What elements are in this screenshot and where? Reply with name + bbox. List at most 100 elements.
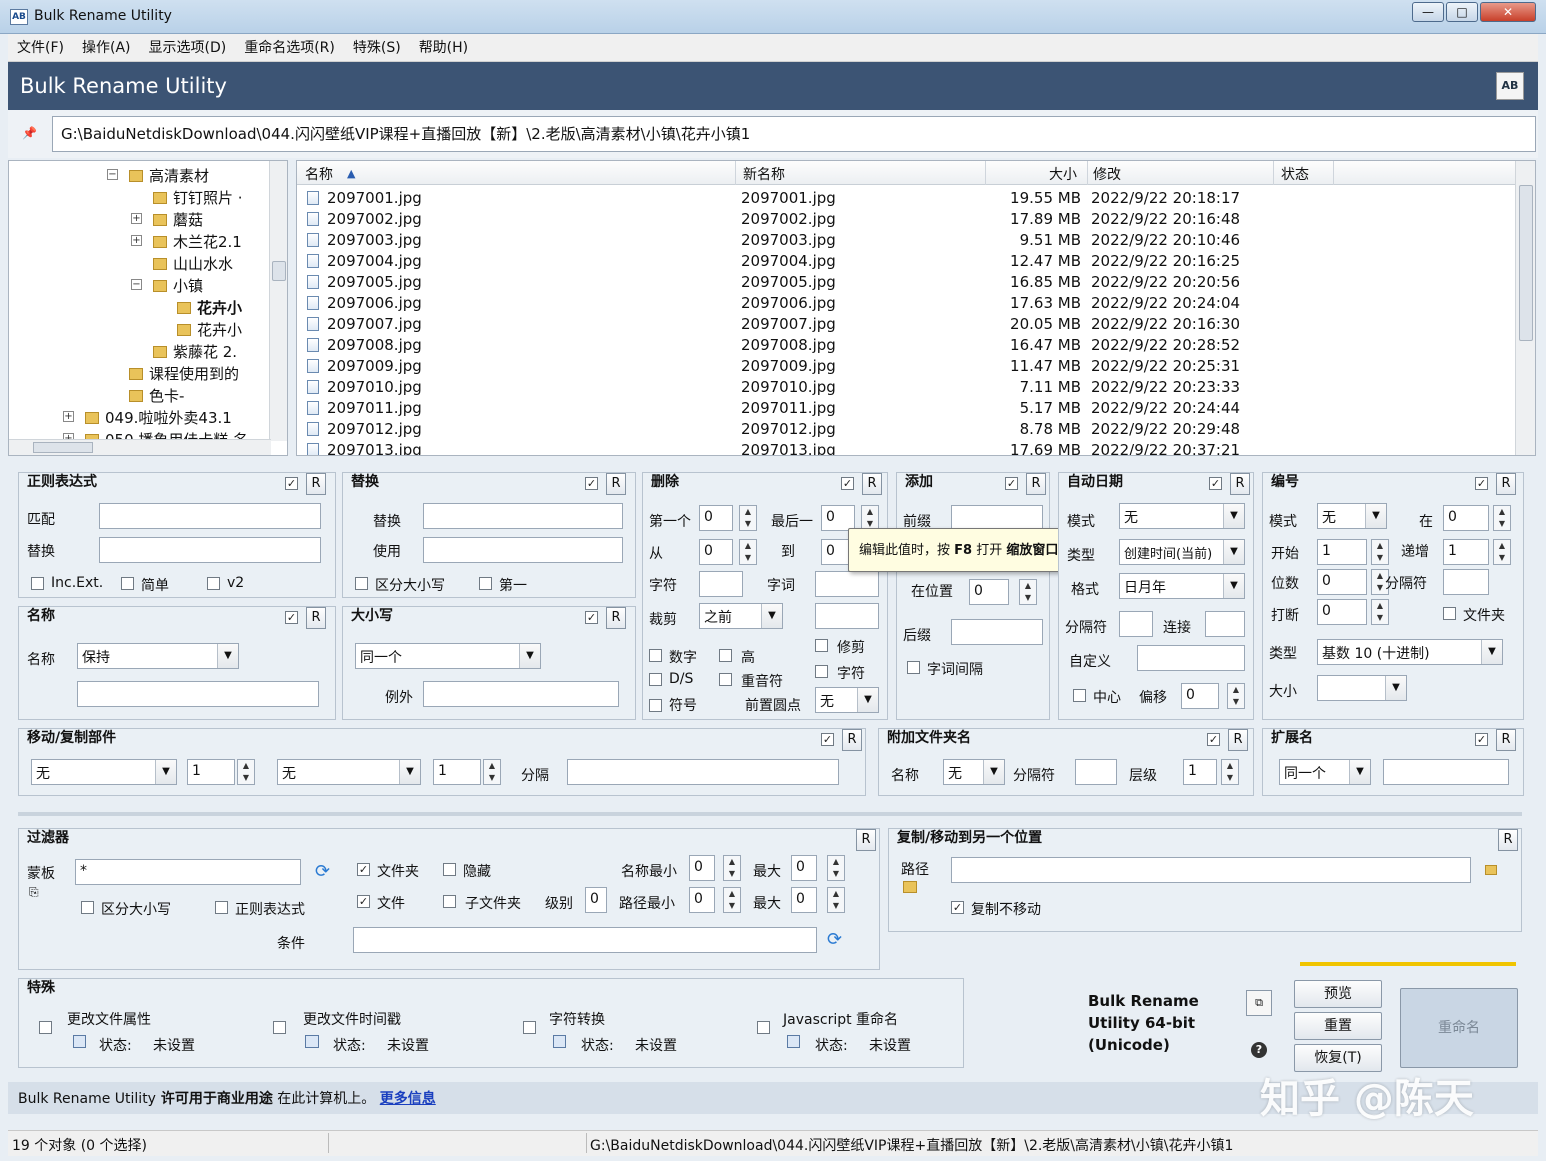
file-row[interactable]: 2097006.jpg 2097006.jpg 17.63 MB 2022/9/22 … [297, 293, 1515, 314]
case-except-input[interactable] [423, 681, 619, 707]
case-reset-button[interactable]: R [606, 607, 626, 629]
movecopy-reset-button[interactable]: R [842, 729, 862, 751]
regex-replace-input[interactable] [99, 537, 321, 563]
path-min-spinner[interactable]: ▲ ▼ [723, 887, 741, 913]
add-reset-button[interactable]: R [1026, 473, 1046, 495]
files-checkbox[interactable]: ✓ [357, 895, 370, 908]
tree-node[interactable]: 课程使用到的 [129, 363, 239, 384]
level-input[interactable]: 0 [585, 887, 607, 913]
tree-expander[interactable]: + [131, 235, 142, 246]
col-name[interactable]: 名称 [305, 164, 333, 184]
path-max-input[interactable]: 0 [791, 887, 817, 913]
browse-folder-icon[interactable] [1485, 865, 1497, 875]
appendfolder-levels-input[interactable]: 1 [1183, 759, 1217, 785]
name-input[interactable] [77, 681, 319, 707]
numbering-start-spinner[interactable]: ▲ ▼ [1371, 539, 1389, 565]
numbering-at-input[interactable]: 0 [1443, 505, 1489, 531]
name-max-input[interactable]: 0 [791, 855, 817, 881]
wordspace-checkbox[interactable] [907, 661, 920, 674]
col-status[interactable]: 状态 [1281, 164, 1309, 184]
sym-checkbox[interactable] [649, 699, 662, 712]
accents-checkbox[interactable] [719, 673, 732, 686]
autodate-custom-input[interactable] [1137, 645, 1245, 671]
appendfolder-reset-button[interactable]: R [1228, 729, 1248, 751]
numbering-mode-dropdown[interactable]: 无 [1317, 503, 1387, 529]
maximize-button[interactable]: □ [1446, 2, 1478, 22]
appendfolder-sep-input[interactable] [1075, 759, 1117, 785]
file-row[interactable]: 2097012.jpg 2097012.jpg 8.78 MB 2022/9/22 2… [297, 419, 1515, 440]
remove-chars2-checkbox[interactable] [815, 665, 828, 678]
tree-node[interactable]: 花卉小 [177, 319, 242, 340]
autodate-mode-dropdown[interactable]: 无 [1119, 503, 1245, 529]
incext-checkbox[interactable] [31, 577, 44, 590]
digits-checkbox[interactable] [649, 649, 662, 662]
center-checkbox[interactable] [1073, 689, 1086, 702]
numbering-type-dropdown[interactable]: 基数 10 (十进制) [1317, 639, 1503, 665]
tree-scrollbar[interactable] [269, 161, 287, 441]
numbering-incr-input[interactable]: 1 [1443, 539, 1489, 565]
name-reset-button[interactable]: R [306, 607, 326, 629]
numbering-break-input[interactable]: 0 [1317, 599, 1367, 625]
replace-first-checkbox[interactable] [479, 577, 492, 590]
mask-options-icon[interactable]: ⎘ [29, 885, 39, 900]
replace-enable-checkbox[interactable]: ✓ [585, 477, 598, 490]
tree-node[interactable]: 高清素材 [129, 165, 209, 186]
numbering-start-input[interactable]: 1 [1317, 539, 1367, 565]
tree-node[interactable]: 山山水水 [153, 253, 233, 274]
copymove-reset-button[interactable]: R [1498, 829, 1518, 851]
col-new-name[interactable]: 新名称 [743, 164, 785, 184]
file-row[interactable]: 2097004.jpg 2097004.jpg 12.47 MB 2022/9/22 … [297, 251, 1515, 272]
file-row[interactable]: 2097005.jpg 2097005.jpg 16.85 MB 2022/9/22 … [297, 272, 1515, 293]
refresh-icon[interactable]: ⟳ [315, 861, 330, 882]
menu-display-options[interactable]: 显示选项(D) [140, 34, 236, 62]
folder-tree[interactable]: − 高清素材 钉钉照片 · + 蘑菇 + 木兰花2.1 山山水水 − 小镇 花卉小 花卉小 紫藤花 2.… [8, 160, 288, 456]
tree-node[interactable]: 049.啦啦外卖43.1 [85, 407, 232, 428]
movecopy-enable-checkbox[interactable]: ✓ [821, 733, 834, 746]
lead-dots-dropdown[interactable]: 无 [815, 687, 879, 713]
reset-button[interactable]: 重置 [1294, 1012, 1382, 1040]
folders-checkbox[interactable]: ✓ [357, 863, 370, 876]
remove-first-spinner[interactable]: ▲ ▼ [739, 505, 757, 531]
tree-expander[interactable]: − [131, 279, 142, 290]
name-dropdown[interactable]: 保持 [77, 643, 239, 669]
name-max-spinner[interactable]: ▲ ▼ [827, 855, 845, 881]
numbering-reset-button[interactable]: R [1496, 473, 1516, 495]
autodate-reset-button[interactable]: R [1230, 473, 1250, 495]
replace-input[interactable] [423, 503, 623, 529]
remove-reset-button[interactable]: R [862, 473, 882, 495]
file-row[interactable]: 2097010.jpg 2097010.jpg 7.11 MB 2022/9/22 2… [297, 377, 1515, 398]
remove-crop-dropdown[interactable]: 之前 [699, 603, 783, 629]
special-time-checkbox[interactable] [273, 1021, 286, 1034]
tree-hscrollbar[interactable] [9, 439, 271, 455]
extension-reset-button[interactable]: R [1496, 729, 1516, 751]
pin-icon[interactable]: 📌 [22, 126, 37, 140]
appendfolder-enable-checkbox[interactable]: ✓ [1207, 733, 1220, 746]
numbering-at-spinner[interactable]: ▲ ▼ [1493, 505, 1511, 531]
path-input[interactable]: G:\BaiduNetdiskDownload\044.闪闪壁纸VIP课程+直播… [52, 116, 1536, 152]
special-attr-checkbox[interactable] [39, 1021, 52, 1034]
copymove-path-input[interactable] [951, 857, 1471, 883]
tree-node[interactable]: 紫藤花 2. [153, 341, 237, 362]
special-js-checkbox[interactable] [757, 1021, 770, 1034]
tree-node[interactable]: 小镇 [153, 275, 203, 296]
movecopy-to-spinner[interactable]: ▲ ▼ [483, 759, 501, 785]
v2-checkbox[interactable] [207, 577, 220, 590]
menu-file[interactable]: 文件(F) [8, 34, 73, 62]
name-enable-checkbox[interactable]: ✓ [285, 611, 298, 624]
remove-enable-checkbox[interactable]: ✓ [841, 477, 854, 490]
col-size[interactable]: 大小 [1049, 164, 1077, 184]
condition-input[interactable] [353, 927, 817, 953]
more-info-link[interactable]: 更多信息 [380, 1091, 436, 1107]
tree-expander[interactable]: + [63, 411, 74, 422]
numbering-break-spinner[interactable]: ▲ ▼ [1371, 599, 1389, 625]
file-row[interactable]: 2097008.jpg 2097008.jpg 16.47 MB 2022/9/22 … [297, 335, 1515, 356]
appendfolder-name-dropdown[interactable]: 无 [943, 759, 1005, 785]
remove-chars-input[interactable] [699, 571, 743, 597]
tree-expander[interactable]: − [107, 169, 118, 180]
remove-first-input[interactable]: 0 [699, 505, 733, 531]
tree-node[interactable]: 蘑菇 [153, 209, 203, 230]
case-dropdown[interactable]: 同一个 [355, 643, 541, 669]
name-min-spinner[interactable]: ▲ ▼ [723, 855, 741, 881]
menu-rename-options[interactable]: 重命名选项(R) [235, 34, 344, 62]
remove-crop-input[interactable] [815, 603, 879, 629]
